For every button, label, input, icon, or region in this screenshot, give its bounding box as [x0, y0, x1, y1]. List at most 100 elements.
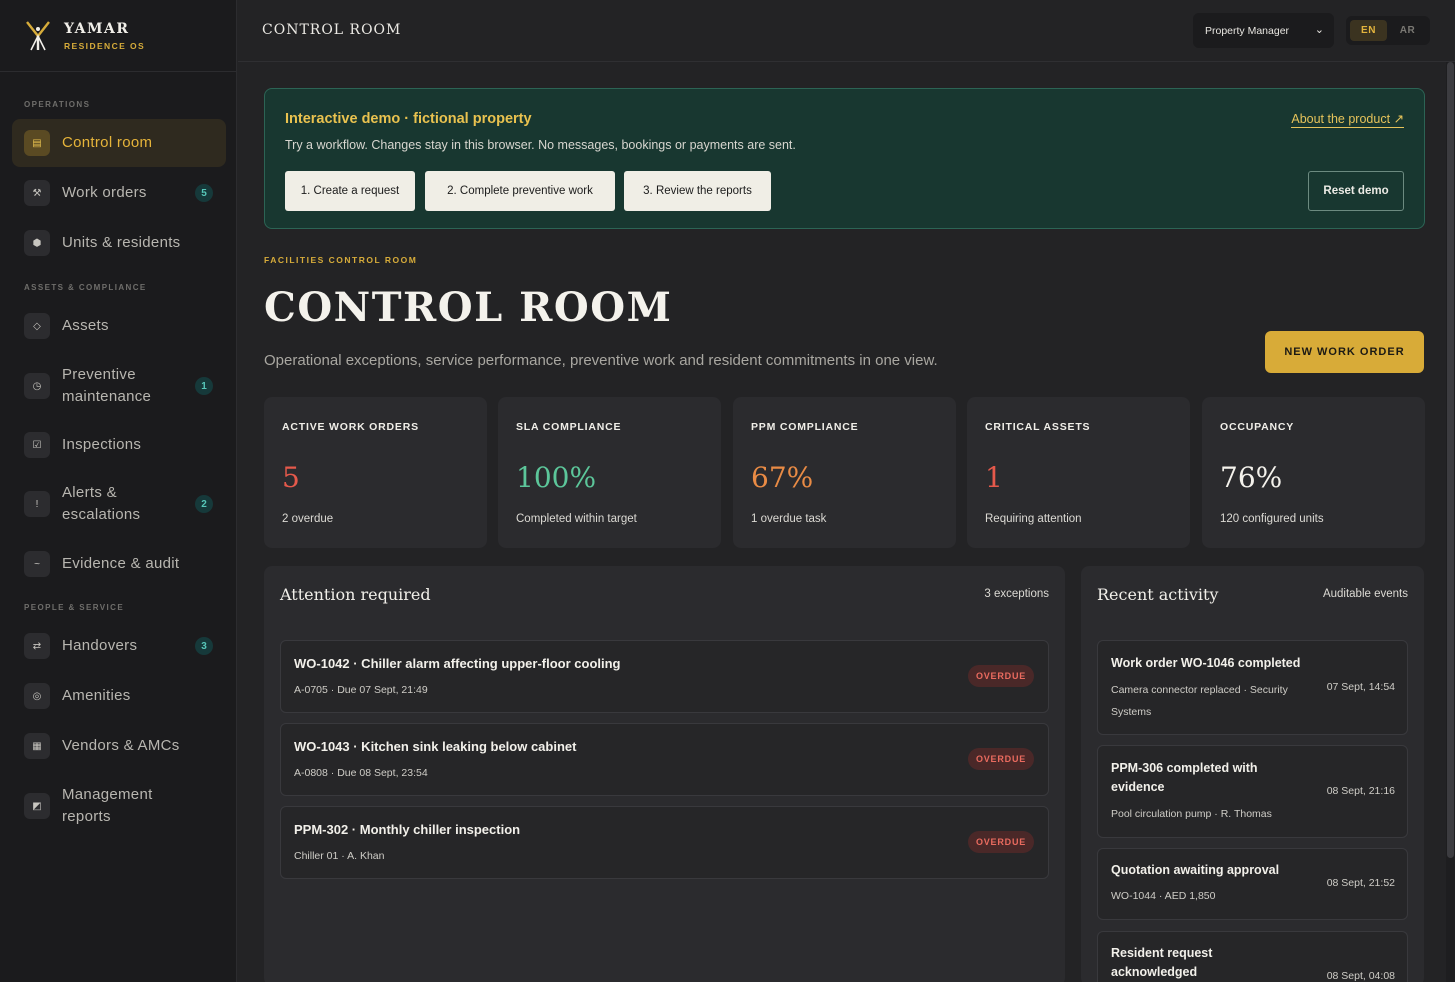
kpi-card-ppm-compliance[interactable]: PPM COMPLIANCE 67% 1 overdue task [733, 397, 956, 548]
attention-row-sub: A-0705 · Due 07 Sept, 21:49 [294, 684, 428, 696]
activity-row[interactable]: PPM-306 completed with evidence Pool cir… [1097, 745, 1408, 838]
kpi-card-sla-compliance[interactable]: SLA COMPLIANCE 100% Completed within tar… [498, 397, 721, 548]
sidebar: YAMAR RESIDENCE OS OPERATIONS ▤ Control … [0, 0, 237, 982]
topbar-title: CONTROL ROOM [262, 22, 402, 38]
chevron-down-icon: ⌄ [1314, 24, 1324, 36]
sidebar-item-label: Handovers [62, 637, 138, 654]
kpi-label: PPM COMPLIANCE [751, 421, 859, 433]
brand-subtitle: RESIDENCE OS [64, 40, 146, 51]
attention-row[interactable]: WO-1042 · Chiller alarm affecting upper-… [280, 640, 1049, 713]
attention-row[interactable]: PPM-302 · Monthly chiller inspection Chi… [280, 806, 1049, 879]
sidebar-item-label: Alerts & escalations [62, 484, 141, 523]
sidebar-item-preventive-maintenance[interactable]: ◷ Preventive maintenance 1 [12, 359, 226, 413]
sidebar-item-label: Amenities [62, 687, 131, 704]
kpi-note: 1 overdue task [751, 513, 827, 525]
step-review-reports-button[interactable]: 3. Review the reports [624, 171, 771, 211]
activity-row[interactable]: Quotation awaiting approval WO-1044 · AE… [1097, 848, 1408, 920]
sidebar-item-label: Preventive maintenance [62, 366, 152, 405]
attention-row-sub: A-0808 · Due 08 Sept, 23:54 [294, 767, 428, 779]
role-select-value: Property Manager [1205, 24, 1290, 37]
count-badge: 3 [195, 637, 213, 655]
kpi-label: CRITICAL ASSETS [985, 421, 1091, 433]
wave-icon: ~ [24, 551, 50, 577]
kpi-value: 67% [751, 461, 814, 494]
attention-panel: Attention required 3 exceptions WO-1042 … [264, 566, 1065, 982]
kpi-value: 1 [985, 461, 1003, 494]
reset-demo-button[interactable]: Reset demo [1308, 171, 1404, 211]
banner-text: Try a workflow. Changes stay in this bro… [285, 138, 796, 152]
sidebar-item-control-room[interactable]: ▤ Control room [12, 119, 226, 167]
activity-panel: Recent activity Auditable events Work or… [1081, 566, 1424, 982]
attention-count: 3 exceptions [984, 588, 1049, 600]
new-work-order-button[interactable]: NEW WORK ORDER [1265, 331, 1424, 373]
kpi-card-occupancy[interactable]: OCCUPANCY 76% 120 configured units [1202, 397, 1425, 548]
banner-title: Interactive demo · fictional property [285, 111, 532, 127]
kpi-label: OCCUPANCY [1220, 421, 1295, 433]
attention-row-title: WO-1042 · Chiller alarm affecting upper-… [294, 656, 621, 671]
overdue-badge: OVERDUE [968, 665, 1034, 687]
sidebar-item-amenities[interactable]: ◎ Amenities [12, 672, 226, 720]
role-select[interactable]: Property Manager ⌄ [1193, 13, 1334, 48]
nav-section-assets-compliance: ASSETS & COMPLIANCE [24, 283, 147, 292]
activity-row[interactable]: Resident request acknowledged 08 Sept, 0… [1097, 931, 1408, 982]
step-create-request-button[interactable]: 1. Create a request [285, 171, 415, 211]
overdue-badge: OVERDUE [968, 831, 1034, 853]
sidebar-item-units-residents[interactable]: ⬢ Units & residents [12, 219, 226, 267]
sidebar-item-assets[interactable]: ◇ Assets [12, 302, 226, 350]
kpi-note: 120 configured units [1220, 513, 1324, 525]
sidebar-item-label: Management reports [62, 786, 153, 825]
activity-row-time: 08 Sept, 21:16 [1326, 785, 1395, 797]
activity-row-sub: Camera connector replaced · Security Sys… [1111, 684, 1288, 718]
activity-row[interactable]: Work order WO-1046 completed Camera conn… [1097, 640, 1408, 735]
sidebar-item-vendors-amcs[interactable]: ▦ Vendors & AMCs [12, 722, 226, 770]
kpi-note: Completed within target [516, 513, 637, 525]
sidebar-item-alerts-escalations[interactable]: ! Alerts & escalations 2 [12, 477, 226, 531]
attention-row[interactable]: WO-1043 · Kitchen sink leaking below cab… [280, 723, 1049, 796]
overdue-badge: OVERDUE [968, 748, 1034, 770]
sidebar-item-handovers[interactable]: ⇄ Handovers 3 [12, 622, 226, 670]
page-title: CONTROL ROOM [264, 284, 673, 331]
language-toggle: EN AR [1346, 16, 1430, 45]
lang-ar-button[interactable]: AR [1389, 20, 1426, 41]
demo-banner: Interactive demo · fictional property Tr… [264, 88, 1425, 229]
page-subtitle: Operational exceptions, service performa… [264, 352, 938, 369]
target-icon: ◎ [24, 683, 50, 709]
count-badge: 1 [195, 377, 213, 395]
page-eyebrow: FACILITIES CONTROL ROOM [264, 255, 418, 265]
sidebar-item-evidence-audit[interactable]: ~ Evidence & audit [12, 540, 226, 588]
sidebar-item-label: Inspections [62, 436, 142, 453]
clock-icon: ◷ [24, 373, 50, 399]
diamond-icon: ◇ [24, 313, 50, 339]
activity-row-title: Quotation awaiting approval [1111, 863, 1280, 877]
activity-row-sub: WO-1044 · AED 1,850 [1111, 890, 1216, 902]
kpi-label: ACTIVE WORK ORDERS [282, 421, 419, 433]
tools-icon: ⚒ [24, 180, 50, 206]
kpi-card-active-work-orders[interactable]: ACTIVE WORK ORDERS 5 2 overdue [264, 397, 487, 548]
nav-section-operations: OPERATIONS [24, 100, 91, 109]
activity-meta: Auditable events [1322, 588, 1408, 600]
activity-row-title: Resident request acknowledged [1111, 946, 1213, 979]
about-product-link[interactable]: About the product ↗ [1291, 111, 1404, 128]
attention-row-sub: Chiller 01 · A. Khan [294, 850, 385, 862]
dashboard-icon: ▤ [24, 130, 50, 156]
swap-icon: ⇄ [24, 633, 50, 659]
sidebar-item-label: Evidence & audit [62, 555, 180, 572]
checkbox-icon: ☑ [24, 432, 50, 458]
sidebar-item-label: Units & residents [62, 234, 181, 251]
brand[interactable]: YAMAR RESIDENCE OS [0, 0, 236, 72]
activity-row-title: Work order WO-1046 completed [1111, 656, 1301, 670]
kpi-value: 100% [516, 461, 597, 494]
activity-title: Recent activity [1097, 585, 1219, 604]
scrollbar-thumb[interactable] [1447, 62, 1454, 858]
kpi-label: SLA COMPLIANCE [516, 421, 622, 433]
chart-icon: ◩ [24, 793, 50, 819]
sidebar-item-label: Control room [62, 134, 153, 151]
attention-title: Attention required [280, 585, 431, 604]
kpi-card-critical-assets[interactable]: CRITICAL ASSETS 1 Requiring attention [967, 397, 1190, 548]
sidebar-item-management-reports[interactable]: ◩ Management reports [12, 779, 226, 833]
step-preventive-work-button[interactable]: 2. Complete preventive work [425, 171, 615, 211]
lang-en-button[interactable]: EN [1350, 20, 1387, 41]
sidebar-item-inspections[interactable]: ☑ Inspections [12, 421, 226, 469]
sidebar-item-work-orders[interactable]: ⚒ Work orders 5 [12, 169, 226, 217]
kpi-note: Requiring attention [985, 513, 1082, 525]
